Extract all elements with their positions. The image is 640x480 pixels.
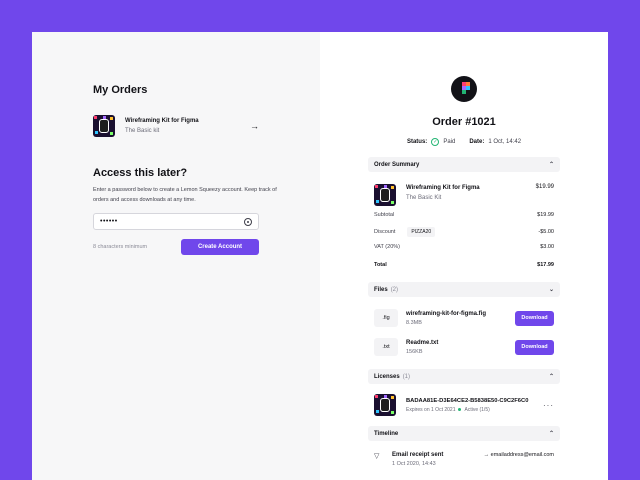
file-name: Readme.txt [406, 339, 439, 346]
order-details-panel: Order #1021 Status: ✓ Paid Date: 1 Oct, … [320, 32, 608, 480]
date-value: 1 Oct, 14:42 [488, 139, 522, 145]
chevron-down-icon[interactable]: ⌄ [549, 286, 554, 293]
status-label: Status: [406, 139, 428, 145]
download-button[interactable]: Download [515, 339, 554, 355]
order-page: My Orders Wireframing Kit for Figma The … [32, 32, 608, 480]
timeline-header[interactable]: Timeline ⌃ [368, 426, 560, 441]
password-value[interactable]: •••••• [100, 218, 244, 225]
discount-code-badge: PIZZA20 [407, 227, 436, 237]
timeline-event-title: Email receipt sent [392, 452, 444, 458]
order-list-item[interactable]: Wireframing Kit for Figma The Basic kit … [93, 115, 259, 137]
license-key: BADAA81E-D3E64CE2-B5838E50-C9C2F6C0 [406, 397, 529, 404]
file-row: .txt Readme.txt 156KB Download [374, 337, 554, 357]
password-field[interactable]: •••••• [93, 213, 259, 230]
timeline-event-email: → emailaddress@email.com [483, 452, 554, 458]
discount-row: Discount PIZZA20 -$5.00 [374, 227, 554, 237]
my-orders-title: My Orders [93, 84, 148, 96]
order-title: Order #1021 [432, 116, 496, 128]
summary-product-price: $19.99 [535, 184, 554, 190]
subtotal-label: Subtotal [374, 212, 395, 218]
file-size: 8.3MB [406, 319, 422, 326]
subtotal-row: Subtotal $19.99 [374, 212, 554, 218]
file-type-badge: .txt [374, 338, 398, 356]
file-size: 156KB [406, 348, 423, 355]
order-product-variant: The Basic kit [125, 127, 160, 134]
license-state: Active (1/5) [464, 406, 490, 413]
discount-label: Discount [374, 229, 396, 235]
product-thumbnail [93, 115, 115, 137]
files-header[interactable]: Files (2) ⌄ [368, 282, 560, 297]
file-row: .fig wireframing-kit-for-figma.fig 8.3MB… [374, 308, 554, 328]
product-thumbnail [374, 184, 396, 206]
chevron-up-icon[interactable]: ⌃ [549, 373, 554, 380]
total-label: Total [374, 262, 387, 268]
more-horizontal-icon[interactable]: ··· [543, 401, 554, 410]
my-orders-panel: My Orders Wireframing Kit for Figma The … [32, 32, 320, 480]
check-circle-icon: ✓ [431, 138, 440, 146]
total-value: $17.99 [537, 262, 554, 268]
eye-icon[interactable] [244, 217, 252, 226]
licenses-title: Licenses [374, 373, 400, 380]
file-type-badge: .fig [374, 309, 398, 327]
subtotal-value: $19.99 [537, 212, 554, 218]
files-title: Files [374, 286, 388, 293]
files-count: (2) [390, 286, 399, 293]
timeline-event-date: 1 Oct 2020, 14:43 [392, 461, 436, 467]
summary-product: Wireframing Kit for Figma The Basic Kit … [374, 184, 554, 206]
summary-product-variant: The Basic Kit [406, 195, 442, 201]
discount-value: -$5.00 [538, 229, 554, 235]
create-account-button[interactable]: Create Account [181, 239, 259, 255]
chevron-up-icon[interactable]: ⌃ [549, 161, 554, 168]
license-row: BADAA81E-D3E64CE2-B5838E50-C9C2F6C0 Expi… [374, 394, 554, 416]
order-summary-header[interactable]: Order Summary ⌃ [368, 157, 560, 172]
licenses-header[interactable]: Licenses (1) ⌃ [368, 369, 560, 384]
file-name: wireframing-kit-for-figma.fig [406, 310, 487, 317]
license-expiry: Expires on 1 Oct 2021 [406, 406, 456, 413]
licenses-count: (1) [402, 373, 411, 380]
order-product-name: Wireframing Kit for Figma [125, 117, 199, 124]
summary-product-name: Wireframing Kit for Figma [406, 185, 480, 191]
send-icon: ▽ [374, 453, 380, 460]
order-summary-title: Order Summary [374, 161, 420, 168]
vat-label: VAT (20%) [374, 244, 400, 250]
vat-row: VAT (20%) $3.00 [374, 244, 554, 250]
password-hint: 8 characters minimum [93, 244, 148, 250]
access-title: Access this later? [93, 167, 188, 179]
timeline-event: ▽ Email receipt sent 1 Oct 2020, 14:43 →… [374, 452, 554, 467]
order-status-line: Status: ✓ Paid Date: 1 Oct, 14:42 [320, 138, 608, 146]
date-label: Date: [469, 139, 485, 145]
store-logo [451, 76, 477, 102]
chevron-up-icon[interactable]: ⌃ [549, 430, 554, 437]
download-button[interactable]: Download [515, 310, 554, 326]
total-row: Total $17.99 [374, 262, 554, 268]
access-description: Enter a password below to create a Lemon… [93, 187, 277, 203]
timeline-title: Timeline [374, 430, 399, 437]
status-value: Paid [443, 139, 456, 145]
arrow-right-icon[interactable]: → [250, 121, 259, 131]
active-status-dot [458, 408, 462, 411]
vat-value: $3.00 [540, 244, 554, 250]
product-thumbnail [374, 394, 396, 416]
